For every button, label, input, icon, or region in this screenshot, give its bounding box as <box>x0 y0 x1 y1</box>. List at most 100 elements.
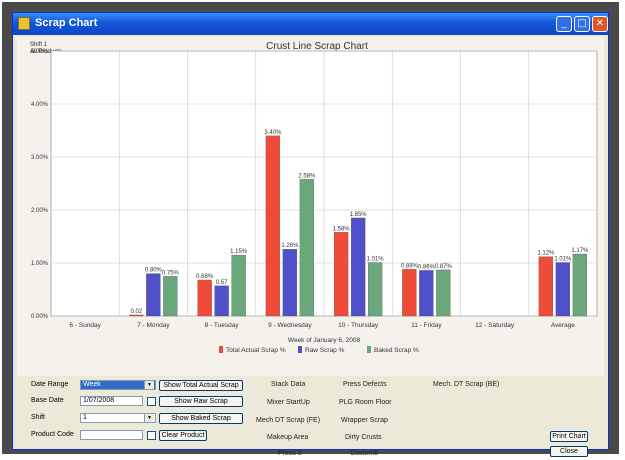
y-tick-label: 0.00% <box>31 314 49 320</box>
date-range-select[interactable]: Week ▼ <box>80 380 156 390</box>
print-chart-button[interactable]: Print Chart <box>550 431 588 442</box>
bar <box>214 285 229 317</box>
chevron-down-icon[interactable]: ▼ <box>144 381 154 389</box>
data-label: 1.85% <box>350 212 368 218</box>
base-date-value: 1/07/2008 <box>83 397 115 404</box>
legend-swatch <box>219 346 223 353</box>
x-tick-label: 8 - Tuesday <box>205 322 240 329</box>
product-code-label: Product Code <box>31 431 74 438</box>
x-axis-title: Week of January 6, 2008 <box>288 337 361 344</box>
bar <box>265 135 281 317</box>
data-label: 0.88% <box>401 263 419 269</box>
data-label: 2.58% <box>298 173 316 179</box>
product-code-checkbox[interactable] <box>147 431 156 440</box>
mech-dt-be-label: Mech. DT Scrap (BE) <box>433 381 500 388</box>
custom9-label: Custom9 <box>350 450 379 457</box>
data-label: 0.87% <box>435 264 453 270</box>
data-label: 0.86% <box>418 264 436 270</box>
legend-swatch <box>367 346 371 353</box>
window-title: Scrap Chart <box>35 17 98 29</box>
data-label: 1.26% <box>281 243 299 249</box>
x-tick-label: Average <box>551 322 575 329</box>
data-label: 0.75% <box>162 270 180 276</box>
clear-product-button[interactable]: Clear Product <box>159 430 207 441</box>
bar <box>282 249 298 317</box>
base-date-field[interactable]: 1/07/2008 <box>80 396 143 406</box>
date-range-label: Date Range <box>31 381 69 388</box>
mixer-startup-label: Mixer StartUp <box>267 399 310 406</box>
makeup-area-label: Makeup Area <box>267 434 309 441</box>
maximize-icon[interactable]: □ <box>574 16 590 32</box>
bar <box>163 276 178 317</box>
data-label: 1.58% <box>333 226 351 232</box>
bar <box>419 270 434 317</box>
data-label: 1.01% <box>367 256 385 262</box>
shift-value: 1 <box>83 414 87 421</box>
y-tick-label: 4.00% <box>31 102 49 108</box>
shift-text: Shift 1 <box>30 42 48 48</box>
app-icon <box>18 17 30 30</box>
x-tick-label: 12 - Saturday <box>475 322 515 329</box>
legend-label: Raw Scrap % <box>305 347 345 354</box>
title-bar[interactable]: Scrap Chart _ □ ✕ <box>13 13 608 35</box>
date-range-value: Week <box>83 381 101 388</box>
show-total-actual-scrap-button[interactable]: Show Total Actual Scrap <box>159 380 243 391</box>
close-icon[interactable]: ✕ <box>592 16 608 32</box>
x-tick-label: 10 - Thursday <box>338 322 379 329</box>
data-label: 1.01% <box>554 256 572 262</box>
data-label: 0.02 <box>131 309 143 315</box>
show-raw-scrap-button[interactable]: Show Raw Scrap <box>159 396 243 407</box>
data-label: 0.68% <box>196 274 214 280</box>
x-tick-label: 6 - Sunday <box>69 322 101 329</box>
bar <box>299 179 315 317</box>
x-tick-label: 7 - Monday <box>137 322 170 329</box>
y-tick-label: 3.00% <box>31 155 49 161</box>
y-tick-label: 5.00% <box>31 49 49 55</box>
shift-select[interactable]: 1 ▼ <box>80 413 156 423</box>
mech-dt-fe-label: Mech DT Scrap (FE) <box>256 417 321 424</box>
y-tick-label: 2.00% <box>31 208 49 214</box>
chart-area: Shift 1 All Products Crust Line Scrap Char… <box>17 37 604 376</box>
data-label: 1.17% <box>571 248 589 254</box>
legend-label: Total Actual Scrap % <box>226 347 286 354</box>
show-baked-scrap-button[interactable]: Show Baked Scrap <box>159 413 243 424</box>
press-2-label: Press 2 <box>278 450 302 457</box>
bar <box>538 256 554 317</box>
bar <box>367 262 383 317</box>
wrapper-scrap-label: Wrapper Scrap <box>341 417 388 424</box>
plg-room-floor-label: PLG Room Floor <box>339 399 392 406</box>
data-label: 0.80% <box>145 268 163 274</box>
scrap-bar-chart: Shift 1All Products Crust Line Scrap Char… <box>30 41 598 354</box>
product-code-field[interactable] <box>80 430 143 440</box>
data-label: 1.15% <box>230 249 248 255</box>
x-tick-label: 9 - Wednesday <box>268 322 312 329</box>
bar <box>572 253 588 317</box>
shift-label: Shift <box>31 414 46 421</box>
y-tick-label: 1.00% <box>31 261 49 267</box>
chart-title: Crust Line Scrap Chart <box>266 41 368 52</box>
legend-label: Baked Scrap % <box>374 347 419 354</box>
bar <box>402 269 417 317</box>
data-label: 3.40% <box>264 130 282 136</box>
scrap-chart-window: Scrap Chart _ □ ✕ Shift 1 All Products Cru… <box>12 12 609 457</box>
data-label: 0.57 <box>216 280 228 286</box>
bar <box>231 254 246 317</box>
dirty-crusts-label: Dirty Crusts <box>345 434 382 441</box>
bar <box>436 269 451 317</box>
press-defects-label: Press Defects <box>343 381 387 388</box>
bar <box>350 217 366 317</box>
bar <box>197 279 212 317</box>
legend-swatch <box>298 346 302 353</box>
bar <box>333 232 349 317</box>
bar <box>146 273 161 317</box>
data-label: 1.12% <box>537 251 555 257</box>
chevron-down-icon[interactable]: ▼ <box>144 414 154 422</box>
close-button[interactable]: Close <box>550 446 588 457</box>
base-date-checkbox[interactable] <box>147 397 156 406</box>
bar <box>555 262 571 317</box>
x-tick-label: 11 - Friday <box>411 322 442 329</box>
stack-data-label: Stack Data <box>271 381 306 388</box>
base-date-label: Base Date <box>31 397 64 404</box>
bar <box>129 314 144 317</box>
minimize-icon[interactable]: _ <box>556 16 572 32</box>
